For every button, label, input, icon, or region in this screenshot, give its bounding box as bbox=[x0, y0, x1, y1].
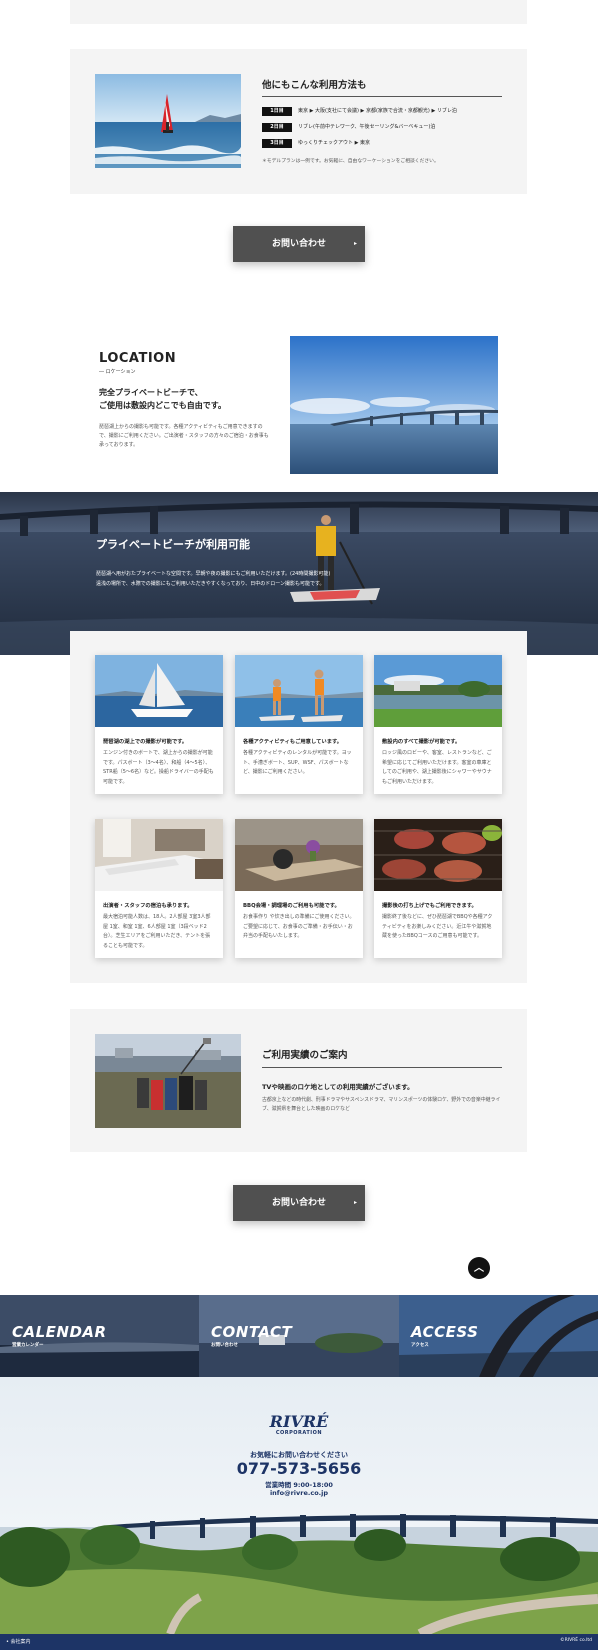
usage-note: ＊モデルプランは一例です。お気軽に、自由なワーケーションをご相談ください。 bbox=[262, 159, 439, 164]
location-subheading: ― ロケーション bbox=[99, 369, 136, 375]
footer-hours: 営業時間 9:00-18:00 bbox=[265, 1481, 333, 1489]
banner-line-2: 遠浅の場所で、水際での撮影にもご利用いただきやすくなっており、日中のドローン撮影… bbox=[96, 581, 325, 587]
usage-title: 他にもこんな利用方法も bbox=[262, 80, 367, 91]
calendar-tile-label: CALENDAR bbox=[12, 1323, 107, 1341]
contact-tile[interactable]: CONTACT お問い合わせ bbox=[199, 1295, 399, 1377]
company-logo: RIVRÉ bbox=[269, 1412, 329, 1431]
feature-text-4: 最大宿泊可能人数は、18人。2人部屋 3室3人部屋 1室、和室 1室、6人部屋 … bbox=[103, 914, 211, 949]
sailboat-photo bbox=[95, 655, 223, 727]
bedroom-photo bbox=[95, 819, 223, 891]
footer-email[interactable]: info@rivre.co.jp bbox=[0, 1489, 598, 1497]
feature-text-1: エンジン付きのボートで、湖上からの撮影が可能です。パスボート（3〜4名）、和船（… bbox=[103, 750, 214, 785]
feature-title-3: 敷設内のすべて撮影が可能です。 bbox=[382, 739, 461, 745]
footer-logo: RIVRÉ CORPORATION bbox=[0, 1412, 598, 1437]
usage-title-rule bbox=[262, 96, 502, 97]
company-info-label: 会社案内 bbox=[10, 1639, 31, 1645]
windsurf-photo bbox=[95, 74, 241, 168]
location-lead-2: ご使用は敷設内どこでも自由です。 bbox=[99, 401, 226, 410]
feature-card-activities: 各種アクティビティもご用意しています。 各種アクティビティのレンタルが可能です。… bbox=[235, 655, 363, 794]
page-top-button[interactable]: ︿ bbox=[468, 1257, 490, 1279]
bbq-table-photo bbox=[235, 819, 363, 891]
contact-button-2[interactable]: お問い合わせ ▸ bbox=[233, 1185, 365, 1221]
feature-title-5: BBQ会場・調理場のご利用も可能です。 bbox=[243, 903, 340, 909]
record-box: ご利用実績のご案内 TVや映画のロケ地としての利用実績がございます。 古都京上な… bbox=[70, 1009, 527, 1152]
feature-title-1: 琵琶湖の湖上での撮影が可能です。 bbox=[103, 739, 188, 745]
feature-card-lodging: 出演者・スタッフの宿泊も承ります。 最大宿泊可能人数は、18人。2人部屋 3室3… bbox=[95, 819, 223, 958]
access-tile-label: ACCESS bbox=[411, 1323, 479, 1341]
banner-line-1: 琵琶湖へ用がおたプライベートな空間です。早朝や夜の撮影にもご利用いただけます。(… bbox=[96, 571, 331, 577]
feature-text-3: ロッジ風のロビーや、客室、レストランなど、ご希望に応じてご利用いただけます。客室… bbox=[382, 750, 492, 785]
chevron-up-icon: ︿ bbox=[474, 1263, 484, 1274]
location-body: 琵琶湖上からの撮影も可能です。各種アクティビティもご用意できますので、撮影にご利… bbox=[99, 424, 269, 448]
feature-title-6: 撮影後の打ち上げでもご利用できます。 bbox=[382, 903, 477, 909]
copyright: ©RIVRÉ co.ltd bbox=[560, 1638, 592, 1643]
feature-text-5: お食事作り や炊き出しの準備にご使用ください。ご要望に応じて、お食事のご準備・お… bbox=[243, 914, 355, 939]
day-text-1: 東京 ▶ 大阪(支社にて会議) ▶ 京都(家族で合流・京都観光) ▶ リブレ泊 bbox=[298, 108, 457, 114]
arrow-right-icon: ▸ bbox=[353, 1199, 357, 1206]
contact-tile-label: CONTACT bbox=[211, 1323, 293, 1341]
access-tile[interactable]: ACCESS アクセス bbox=[399, 1295, 598, 1377]
feature-title-4: 出演者・スタッフの宿泊も承ります。 bbox=[103, 903, 193, 909]
day-tag-1: 1日目 bbox=[262, 107, 292, 116]
sup-photo bbox=[235, 655, 363, 727]
record-title: ご利用実績のご案内 bbox=[262, 1050, 348, 1061]
day-tag-2: 2日目 bbox=[262, 123, 292, 132]
film-crew-photo bbox=[95, 1034, 241, 1128]
contact-tile-sub: お問い合わせ bbox=[211, 1343, 238, 1348]
day-text-3: ゆっくりチェックアウト ▶ 東京 bbox=[298, 140, 371, 146]
arrow-right-icon: ▸ bbox=[353, 240, 357, 247]
location-lead-1: 完全プライベートビーチで、 bbox=[99, 388, 203, 397]
feature-card-boat: 琵琶湖の湖上での撮影が可能です。 エンジン付きのボートで、湖上からの撮影が可能で… bbox=[95, 655, 223, 794]
day-tag-3: 3日目 bbox=[262, 139, 292, 148]
calendar-tile[interactable]: CALENDAR 営業カレンダー bbox=[0, 1295, 199, 1377]
company-info-link[interactable]: • 会社案内 bbox=[6, 1638, 31, 1645]
top-gray-strip bbox=[70, 0, 527, 24]
access-tile-sub: アクセス bbox=[411, 1343, 429, 1348]
feature-card-party: 撮影後の打ち上げでもご利用できます。 撮影終了後などに、ぜひ琵琶湖でBBQや各種… bbox=[374, 819, 502, 958]
feature-text-2: 各種アクティビティのレンタルが可能です。ヨット、手漕ぎボート、SUP、WSF、パ… bbox=[243, 750, 352, 775]
feature-card-bbq-venue: BBQ会場・調理場のご利用も可能です。 お食事作り や炊き出しの準備にご使用くだ… bbox=[235, 819, 363, 958]
bridge-photo bbox=[290, 336, 498, 474]
footer-bottom-bar: • 会社案内 ©RIVRÉ co.ltd bbox=[0, 1634, 598, 1650]
record-lead: TVや映画のロケ地としての利用実績がございます。 bbox=[262, 1083, 414, 1091]
contact-button[interactable]: お問い合わせ ▸ bbox=[233, 226, 365, 262]
calendar-tile-sub: 営業カレンダー bbox=[12, 1343, 44, 1348]
footer-phone[interactable]: 077-573-5656 bbox=[0, 1459, 598, 1478]
company-logo-sub: CORPORATION bbox=[275, 1430, 323, 1436]
day-text-2: リブレ(午前中テレワーク、午後セーリング&バーベキュー)泊 bbox=[298, 124, 436, 130]
contact-button-label: お問い合わせ bbox=[271, 239, 326, 249]
record-title-rule bbox=[262, 1067, 502, 1068]
feature-title-2: 各種アクティビティもご用意しています。 bbox=[243, 739, 343, 745]
feature-card-facility: 敷設内のすべて撮影が可能です。 ロッジ風のロビーや、客室、レストランなど、ご希望… bbox=[374, 655, 502, 794]
location-heading: LOCATION bbox=[99, 351, 177, 366]
grill-meat-photo bbox=[374, 819, 502, 891]
contact-button-2-label: お問い合わせ bbox=[271, 1198, 326, 1208]
record-body: 古都京上などの時代劇、刑事ドラマやサスペンスドラマ、マリンスポーツの体験ロケ、野… bbox=[262, 1097, 501, 1112]
usage-box: 他にもこんな利用方法も 1日目 東京 ▶ 大阪(支社にて会議) ▶ 京都(家族で… bbox=[70, 49, 527, 194]
facility-photo bbox=[374, 655, 502, 727]
banner-title: プライベートビーチが利用可能 bbox=[96, 538, 250, 551]
feature-text-6: 撮影終了後などに、ぜひ琵琶湖でBBQや各種アクティビティをお楽しみください。近江… bbox=[382, 914, 493, 939]
